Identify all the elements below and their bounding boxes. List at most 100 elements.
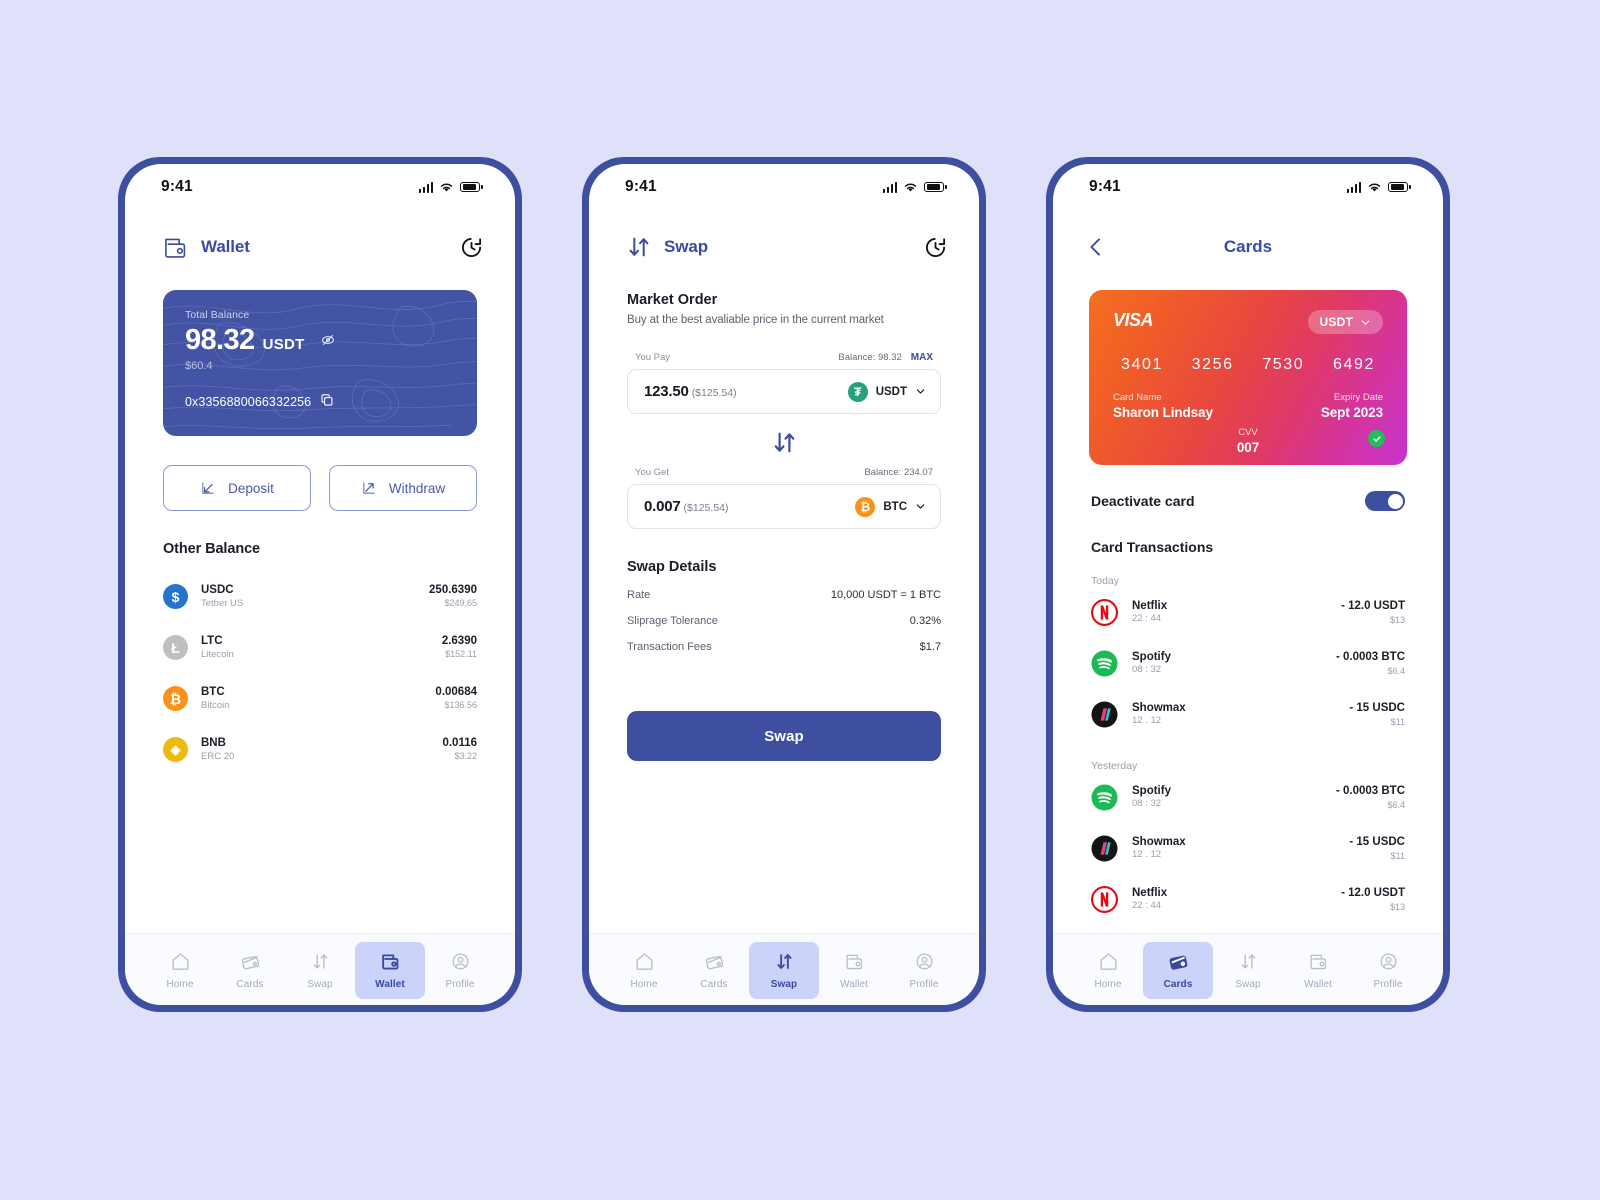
tab-cards[interactable]: Cards [679,942,749,999]
you-get-token: BTC [883,500,907,513]
tab-profile[interactable]: Profile [889,942,959,999]
cards-header: Cards [1053,210,1443,268]
status-time: 9:41 [161,178,193,195]
page-title: Swap [664,237,709,256]
card-number: 3401 3256 7530 6492 [1121,356,1375,374]
credit-card-top: VISA USDT [1113,310,1383,334]
you-pay-token-selector[interactable]: ₮ USDT [847,381,926,402]
transaction-row[interactable]: Netflix 22 : 44- 12.0 USDT $13 [1091,874,1405,925]
transaction-time: 22 : 44 [1132,613,1162,625]
wallet-header-left: Wallet [163,236,250,259]
tab-swap[interactable]: Swap [749,942,819,999]
eye-slash-icon[interactable] [320,333,336,352]
card-cvv-label: CVV [1238,427,1258,438]
profile-icon [915,953,933,970]
canvas: 9:41 Wallet Total Balance 98.32 USDT $60… [0,0,1600,1200]
swap-detail-value: 0.32% [909,615,941,627]
wallet-icon [381,954,398,970]
coin-usd: $249.65 [444,597,477,608]
card-number-group: 3256 [1191,356,1234,373]
transactions-groups: Today Netflix 22 : 44- 12.0 USDT $13 Spo… [1053,575,1443,925]
swap-details-rows: Rate 10,000 USDT = 1 BTC Sliprage Toleran… [627,589,941,653]
home-icon [1099,953,1117,970]
tab-home[interactable]: Home [609,942,679,999]
swap-arrows-icon [629,237,649,257]
card-number-group: 3401 [1121,356,1163,373]
max-button[interactable]: MAX [911,352,933,363]
swap-details-title: Swap Details [627,559,717,575]
tab-cards[interactable]: Cards [1143,942,1213,999]
swap-detail-key: Sliprage Tolerance [627,615,718,627]
swap-submit-button[interactable]: Swap [627,711,941,761]
back-button[interactable] [1085,236,1107,258]
tab-wallet[interactable]: Wallet [1283,942,1353,999]
tab-label: Wallet [839,979,868,990]
deactivate-card-row: Deactivate card [1091,491,1405,511]
signal-icon [1346,181,1362,193]
page-title: Wallet [201,237,250,256]
chevron-left-icon [1090,238,1100,256]
transaction-meta: Showmax 12 . 12 [1132,835,1349,862]
tab-home[interactable]: Home [1073,942,1143,999]
you-pay-balance: Balance: 98.32 [838,352,902,363]
coin-name: Tether US [201,597,244,609]
copy-icon[interactable] [320,393,334,412]
balance-row: 98.32 USDT [185,324,455,357]
transaction-values: - 12.0 USDT $13 [1341,886,1405,913]
you-get-field[interactable]: 0.007 ($125.54) ₿ BTC [627,484,941,529]
transaction-row[interactable]: Showmax 12 . 12- 15 USDC $11 [1091,689,1405,740]
coin-row[interactable]: ◈ BNB ERC 20 0.0116 $3.22 [163,724,477,775]
tab-swap[interactable]: Swap [285,942,355,999]
transaction-meta: Netflix 22 : 44 [1132,599,1341,626]
coin-amount: 250.6390 [429,584,477,597]
coin-row[interactable]: ₿ BTC Bitcoin 0.00684 $136.56 [163,673,477,724]
transaction-usd: $13 [1389,901,1405,912]
home-icon [635,953,653,970]
transaction-row[interactable]: Netflix 22 : 44- 12.0 USDT $13 [1091,587,1405,638]
coin-row[interactable]: Ł LTC Litecoin 2.6390 $152.11 [163,622,477,673]
signal-icon [418,181,434,193]
tab-profile[interactable]: Profile [1353,942,1423,999]
you-get-balance: Balance: 234.07 [864,467,933,478]
wallet-actions: Deposit Withdraw [163,465,477,511]
history-icon[interactable] [460,236,483,259]
history-icon[interactable] [924,236,947,259]
balance-usd: $60.4 [185,359,213,372]
tab-profile[interactable]: Profile [425,942,495,999]
you-pay-field[interactable]: 123.50 ($125.54) ₮ USDT [627,369,941,414]
transaction-row[interactable]: Spotify 08 : 32- 0.0003 BTC $6.4 [1091,772,1405,823]
market-order-subtitle: Buy at the best avaliable price in the c… [627,314,884,326]
netflix-icon [1091,886,1118,913]
transaction-icon [1091,784,1118,811]
transaction-row[interactable]: Spotify 08 : 32- 0.0003 BTC $6.4 [1091,638,1405,689]
transaction-time: 12 . 12 [1132,849,1162,861]
deactivate-card-toggle[interactable] [1365,491,1405,511]
tab-cards[interactable]: Cards [215,942,285,999]
withdraw-button[interactable]: Withdraw [329,465,477,511]
coin-row[interactable]: $ USDC Tether US 250.6390 $249.65 [163,571,477,622]
you-get-value-usd: ($125.54) [683,501,729,514]
wallet-address-row[interactable]: 0x3356880066332256 [185,393,455,412]
deposit-label: Deposit [228,480,274,496]
transaction-row[interactable]: Showmax 12 . 12- 15 USDC $11 [1091,823,1405,874]
battery-icon [924,181,947,193]
tab-label: Profile [1373,979,1403,990]
wallet-screen: 9:41 Wallet Total Balance 98.32 USDT $60… [125,164,515,1005]
deposit-button[interactable]: Deposit [163,465,311,511]
tab-home[interactable]: Home [145,942,215,999]
transaction-usd: $11 [1390,716,1405,727]
transaction-time: 22 : 44 [1132,900,1162,912]
swap-direction-button[interactable] [627,430,941,455]
tab-wallet[interactable]: Wallet [355,942,425,999]
deactivate-card-label: Deactivate card [1091,493,1195,509]
transaction-amount: - 0.0003 BTC [1335,651,1405,664]
tab-wallet[interactable]: Wallet [819,942,889,999]
transaction-time: 12 . 12 [1132,715,1162,727]
transaction-values: - 15 USDC $11 [1349,701,1405,728]
btc-icon: ₿ [855,496,876,517]
tab-swap[interactable]: Swap [1213,942,1283,999]
wallet-address: 0x3356880066332256 [185,395,312,410]
wallet-body: Total Balance 98.32 USDT $60.4 0x3356880… [125,268,515,933]
you-get-token-selector[interactable]: ₿ BTC [855,496,926,517]
card-currency-selector[interactable]: USDT [1307,310,1383,334]
